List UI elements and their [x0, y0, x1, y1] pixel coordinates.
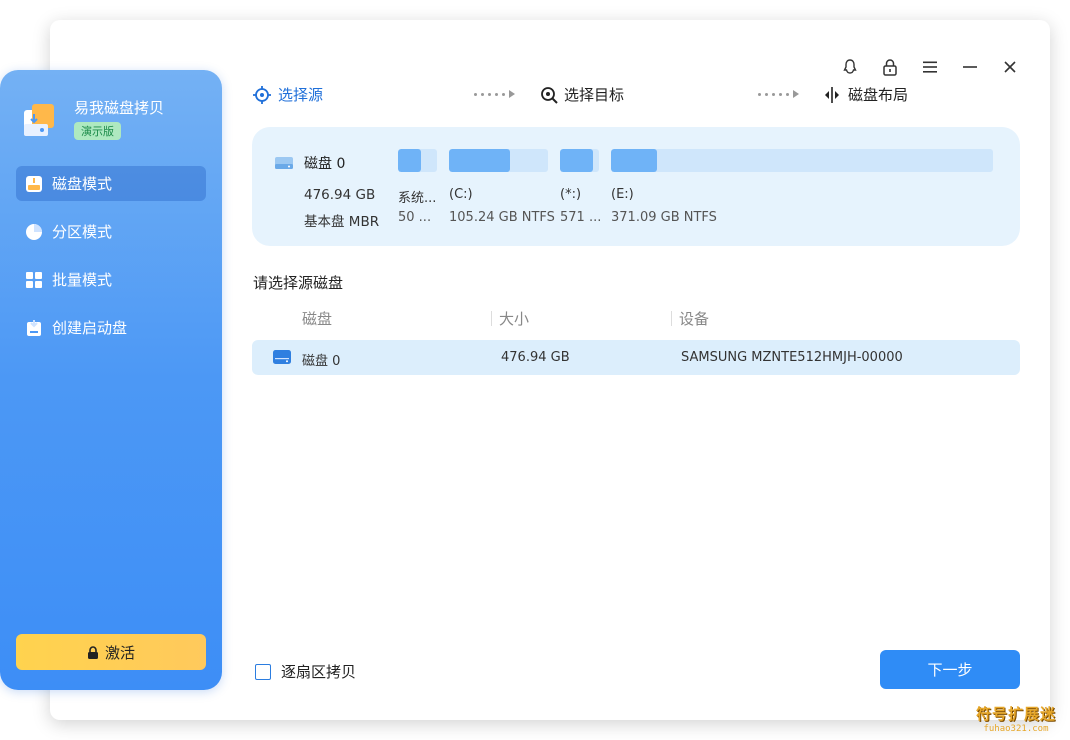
sidebar-item-boot-disk[interactable]: 创建启动盘 — [16, 310, 206, 345]
sector-copy-option[interactable]: 逐扇区拷贝 — [255, 661, 356, 682]
activate-button[interactable]: 激活 — [16, 634, 206, 670]
wizard-steps: 选择源 选择目标 磁盘布局 — [252, 84, 922, 108]
menu-icon[interactable] — [910, 56, 950, 78]
partition-bar — [449, 149, 548, 172]
section-title: 请选择源磁盘 — [253, 274, 344, 292]
app-logo-icon — [24, 104, 54, 136]
partition-name: (E:) — [611, 187, 634, 202]
step-label: 选择源 — [278, 86, 324, 104]
sidebar-item-label: 磁盘模式 — [52, 175, 113, 193]
partition-bar — [398, 149, 437, 172]
partition[interactable]: (*:) 571 ... — [560, 149, 601, 225]
cell-disk: 磁盘 0 — [302, 354, 341, 369]
partition-name: 系统... — [398, 191, 437, 206]
sidebar-item-batch-mode[interactable]: 批量模式 — [16, 262, 206, 297]
column-header-disk[interactable]: 磁盘 — [302, 308, 332, 329]
sector-copy-label: 逐扇区拷贝 — [281, 663, 357, 681]
partition[interactable]: 系统... 50 ... — [398, 149, 437, 225]
source-disk-card[interactable]: 磁盘 0 476.94 GB 基本盘 MBR 系统... 50 ... (C:)… — [252, 127, 1020, 246]
lock-icon — [87, 645, 98, 659]
step-label: 选择目标 — [564, 86, 625, 104]
step-select-target[interactable]: 选择目标 — [540, 84, 624, 105]
minimize-icon[interactable] — [950, 56, 990, 78]
feedback-icon[interactable] — [830, 56, 870, 78]
sector-copy-checkbox[interactable] — [255, 663, 271, 680]
disk-name: 磁盘 0 — [304, 156, 346, 172]
step-label: 磁盘布局 — [848, 86, 909, 104]
partition-info: 50 ... — [398, 210, 432, 225]
partition-name: (*:) — [560, 187, 582, 202]
sidebar-item-disk-mode[interactable]: 磁盘模式 — [16, 166, 206, 201]
grid-icon — [24, 270, 44, 290]
layout-icon — [825, 86, 839, 103]
disk-size: 476.94 GB — [304, 187, 376, 203]
sidebar-item-partition-mode[interactable]: 分区模式 — [16, 214, 206, 249]
disk-type: 基本盘 MBR — [304, 214, 380, 230]
brand: 易我磁盘拷贝 演示版 — [20, 98, 164, 140]
watermark: 符号扩展迷 fuhao321.com — [976, 703, 1056, 734]
step-connector — [474, 90, 515, 98]
target-icon — [253, 85, 271, 104]
partition[interactable]: (E:) 371.09 GB NTFS — [611, 149, 993, 225]
watermark-main: 符号扩展迷 — [975, 705, 1056, 723]
activate-label: 激活 — [104, 643, 135, 662]
disk-icon — [275, 157, 293, 169]
partition-name: (C:) — [449, 187, 473, 202]
cell-device: SAMSUNG MZNTE512HMJH-00000 — [681, 350, 903, 365]
table-row[interactable]: 磁盘 0 476.94 GB SAMSUNG MZNTE512HMJH-0000… — [252, 340, 1020, 375]
pie-chart-icon — [24, 222, 44, 242]
disk-title: 磁盘 0 — [274, 153, 345, 173]
column-header-device[interactable]: 设备 — [679, 308, 709, 329]
lock-icon[interactable] — [870, 56, 910, 78]
titlebar-controls — [830, 56, 1030, 78]
step-disk-layout[interactable]: 磁盘布局 — [822, 84, 908, 105]
partition-info: 105.24 GB NTFS — [449, 210, 555, 225]
search-target-icon — [541, 86, 558, 104]
partition-bar — [611, 149, 993, 172]
table-header: 磁盘 大小 设备 — [252, 308, 1020, 330]
close-icon[interactable] — [990, 56, 1030, 78]
step-select-source[interactable]: 选择源 — [252, 84, 323, 105]
disk-mode-icon — [24, 174, 44, 194]
boot-disk-icon — [24, 318, 44, 338]
partition[interactable]: (C:) 105.24 GB NTFS — [449, 149, 555, 225]
column-divider[interactable] — [491, 311, 492, 326]
edition-badge: 演示版 — [74, 122, 121, 140]
sidebar: 易我磁盘拷贝 演示版 磁盘模式 分区模式 批量模式 创建启动盘 激活 — [0, 70, 222, 690]
column-divider[interactable] — [671, 311, 672, 326]
partition-info: 571 ... — [560, 210, 602, 225]
cell-size: 476.94 GB — [501, 350, 570, 365]
column-header-size[interactable]: 大小 — [499, 308, 529, 329]
disk-icon — [273, 350, 291, 364]
next-button[interactable]: 下一步 — [880, 650, 1020, 689]
sidebar-item-label: 批量模式 — [52, 271, 113, 289]
app-name: 易我磁盘拷贝 — [74, 99, 165, 117]
sidebar-item-label: 创建启动盘 — [52, 319, 128, 337]
watermark-sub: fuhao321.com — [983, 724, 1049, 734]
partition-bar — [560, 149, 599, 172]
step-connector — [758, 90, 799, 98]
sidebar-item-label: 分区模式 — [52, 223, 113, 241]
partition-info: 371.09 GB NTFS — [611, 210, 717, 225]
